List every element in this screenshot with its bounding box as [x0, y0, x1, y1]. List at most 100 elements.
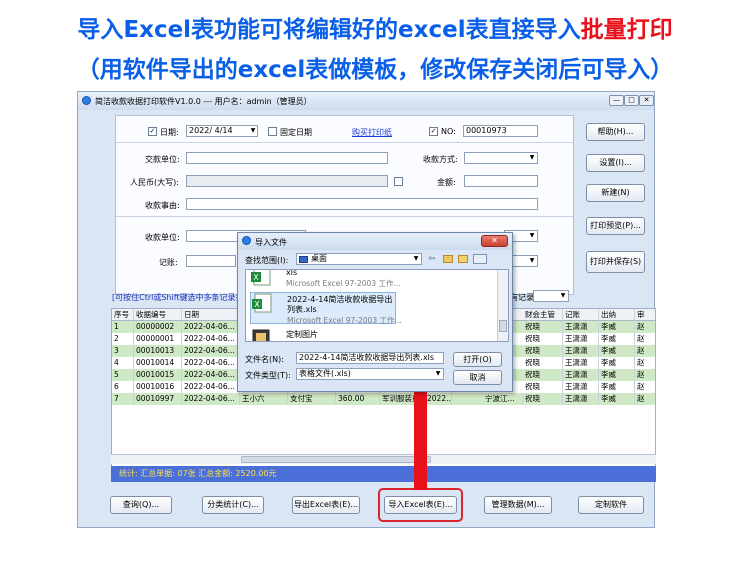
table-cell: 王潇潇 — [563, 333, 599, 345]
scrollbar-thumb[interactable] — [499, 320, 507, 332]
dialog-title-bar: 导入文件 ✕ — [238, 233, 512, 250]
lookin-dropdown-icon[interactable]: ▼ — [411, 254, 421, 264]
table-cell: 王潇潇 — [563, 345, 599, 357]
table-cell: 祝晓 — [523, 369, 563, 381]
column-header[interactable]: 收据编号 — [134, 309, 182, 321]
column-header[interactable]: 审 — [635, 309, 655, 321]
table-cell: 1 — [112, 321, 134, 333]
payment-method-dropdown-icon[interactable]: ▼ — [527, 153, 537, 163]
table-cell: 李威 — [599, 393, 635, 405]
summary-bar: 统计: 汇总单据: 07张 汇总金额: 2520.00元 — [111, 466, 656, 482]
empty-row — [112, 429, 655, 441]
svg-text:X: X — [253, 273, 259, 282]
second-dropdown-icon[interactable]: ▼ — [527, 256, 537, 266]
excel-file-icon: X — [252, 293, 272, 313]
table-cell: 00010014 — [134, 357, 182, 369]
horizontal-scrollbar[interactable] — [111, 454, 656, 464]
query-button[interactable]: 查询(Q)... — [110, 496, 172, 514]
banner-line-2: （用软件导出的excel表做模板，修改保存关闭后可导入） — [76, 57, 674, 83]
scrollbar-thumb[interactable] — [241, 456, 431, 463]
print-preview-button[interactable]: 打印预览(P)... — [586, 217, 645, 235]
table-cell: 00000002 — [134, 321, 182, 333]
table-cell: 2 — [112, 333, 134, 345]
table-cell: 赵 — [635, 369, 655, 381]
filter-dropdown-icon[interactable]: ▼ — [558, 291, 568, 301]
maximize-button[interactable]: □ — [624, 95, 639, 106]
divider — [116, 216, 573, 217]
back-icon[interactable]: ⇦ — [428, 254, 436, 264]
table-cell: 5 — [112, 369, 134, 381]
file-item[interactable]: X xls Microsoft Excel 97-2003 工作... — [250, 270, 401, 290]
amount-field[interactable] — [464, 175, 538, 187]
open-button[interactable]: 打开(O) — [453, 352, 502, 367]
table-cell: 李威 — [599, 321, 635, 333]
date-checkbox[interactable]: ✓ — [148, 127, 157, 136]
table-cell: 王小六 — [240, 393, 288, 405]
payment-method-label: 收款方式: — [423, 155, 458, 164]
cancel-button[interactable]: 取消 — [453, 370, 502, 385]
file-item-selected[interactable]: X 2022-4-14简洁收款收据导出列表.xls Microsoft Exce… — [250, 292, 402, 325]
table-cell: 00010997 — [134, 393, 182, 405]
filename-field[interactable]: 2022-4-14简洁收款收据导出列表.xls — [296, 352, 444, 364]
print-save-button[interactable]: 打印并保存(S) — [586, 251, 645, 273]
manage-data-button[interactable]: 管理数据(M)... — [484, 496, 552, 514]
file-name: 2022-4-14简洁收款收据导出列表.xls — [287, 295, 393, 314]
table-cell: 2022-04-06... — [182, 369, 240, 381]
dialog-close-button[interactable]: ✕ — [481, 235, 508, 247]
bookkeeper-select[interactable] — [186, 255, 236, 267]
column-header[interactable]: 出纳 — [599, 309, 635, 321]
new-button[interactable]: 新建(N) — [586, 184, 645, 202]
column-header[interactable]: 记账 — [563, 309, 599, 321]
export-excel-button[interactable]: 导出Excel表(E)... — [292, 496, 360, 514]
category-stats-button[interactable]: 分类统计(C)... — [202, 496, 264, 514]
column-header[interactable]: 日期 — [182, 309, 240, 321]
view-menu-icon[interactable] — [473, 254, 487, 264]
rmb-checkbox[interactable] — [394, 177, 403, 186]
table-cell: 支付宝 — [288, 393, 336, 405]
bookkeeper-label: 记账: — [159, 258, 178, 267]
new-folder-icon[interactable] — [458, 255, 468, 263]
column-header[interactable]: 序号 — [112, 309, 134, 321]
column-header[interactable]: 财会主管 — [523, 309, 563, 321]
banner-highlight: 批量打印 — [580, 17, 673, 43]
up-folder-icon[interactable] — [443, 255, 453, 263]
table-cell: 赵 — [635, 381, 655, 393]
title-bar: 简洁收款收据打印软件V1.0.0 --- 用户名：admin（管理员） — □ … — [78, 92, 654, 110]
table-cell: 赵 — [635, 333, 655, 345]
filetype-select[interactable]: 表格文件(.xls) — [296, 368, 444, 380]
table-cell: 00010013 — [134, 345, 182, 357]
no-field[interactable]: 00010973 — [463, 125, 538, 137]
fixed-date-label: 固定日期 — [280, 128, 312, 137]
file-type: Microsoft Excel 97-2003 工作... — [287, 316, 402, 325]
buy-paper-link[interactable]: 购买打印纸 — [352, 127, 392, 138]
table-cell: 赵 — [635, 345, 655, 357]
help-button[interactable]: 帮助(H)... — [586, 123, 645, 141]
file-item[interactable]: 定制图片 快捷方式 — [250, 328, 400, 341]
dialog-app-icon — [242, 236, 251, 245]
settings-button[interactable]: 设置(I)... — [586, 154, 645, 172]
table-cell: 祝晓 — [523, 345, 563, 357]
payer-label: 交款单位: — [145, 155, 180, 164]
reason-field[interactable] — [186, 198, 538, 210]
table-row[interactable]: 7000109972022-04-06...王小六支付宝360.00军训服装费（… — [112, 393, 655, 405]
payer-field[interactable] — [186, 152, 388, 164]
lookin-select[interactable]: 桌面 — [296, 253, 422, 265]
date-dropdown-icon[interactable]: ▼ — [248, 126, 258, 136]
receiver-label: 收款单位: — [145, 233, 180, 242]
table-cell: 2022-04-06... — [182, 381, 240, 393]
table-cell: 李威 — [599, 381, 635, 393]
no-checkbox[interactable]: ✓ — [429, 127, 438, 136]
excel-file-icon: X — [251, 270, 271, 286]
fixed-date-checkbox[interactable] — [268, 127, 277, 136]
window-title: 简洁收款收据打印软件V1.0.0 --- 用户名：admin（管理员） — [95, 97, 312, 106]
close-button[interactable]: ✕ — [639, 95, 654, 106]
filetype-dropdown-icon[interactable]: ▼ — [433, 369, 443, 379]
receiver-dropdown-icon[interactable]: ▼ — [527, 231, 537, 241]
minimize-button[interactable]: — — [609, 95, 624, 106]
arrow-up-icon — [414, 389, 427, 490]
custom-software-button[interactable]: 定制软件 — [578, 496, 644, 514]
file-list-scrollbar[interactable] — [497, 270, 508, 341]
date-label: 日期: — [160, 128, 179, 137]
import-file-dialog: 导入文件 ✕ 查找范围(I): 桌面 ▼ ⇦ X xls Microsoft E… — [237, 232, 513, 392]
table-cell: 祝晓 — [523, 381, 563, 393]
